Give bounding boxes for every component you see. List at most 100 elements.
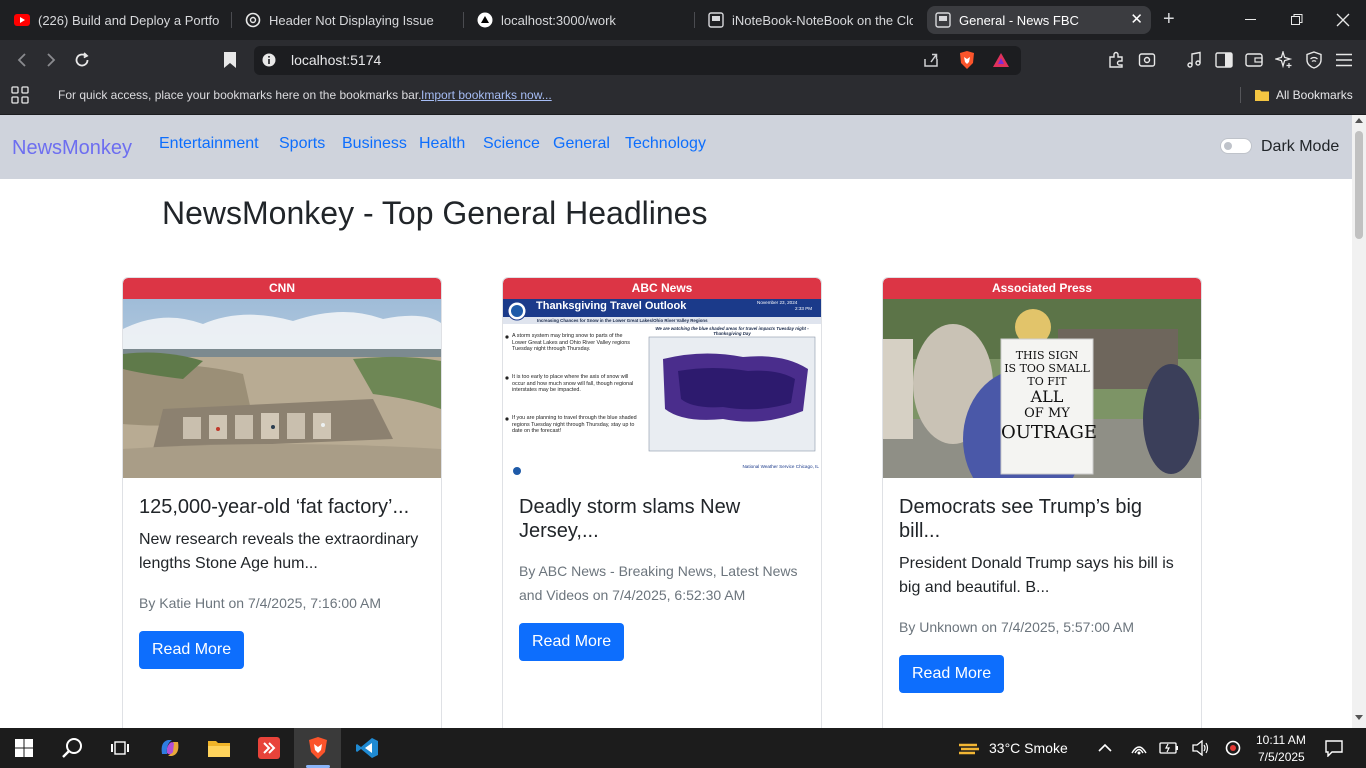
tab-label: iNoteBook-NoteBook on the Cloud bbox=[732, 12, 913, 28]
weather-icon[interactable] bbox=[955, 734, 983, 762]
article-title: Democrats see Trump’s big bill... bbox=[899, 496, 1143, 542]
sign-line: ALL bbox=[1030, 387, 1064, 406]
dark-mode-label: Dark Mode bbox=[1261, 138, 1340, 155]
tab-label: localhost:3000/work bbox=[501, 12, 616, 28]
reload-icon[interactable] bbox=[72, 50, 92, 70]
tab-inotebook[interactable]: iNoteBook-NoteBook on the Cloud bbox=[708, 6, 913, 34]
tab-separator bbox=[463, 12, 464, 28]
vpn-icon[interactable] bbox=[1304, 50, 1324, 70]
chatgpt-icon bbox=[245, 12, 261, 28]
file-explorer-icon[interactable] bbox=[205, 734, 233, 762]
brave-shields-icon[interactable] bbox=[957, 50, 977, 70]
copilot-icon[interactable] bbox=[156, 734, 184, 762]
page-title: NewsMonkey - Top General Headlines bbox=[162, 195, 708, 231]
anydesk-icon[interactable] bbox=[255, 734, 283, 762]
restore-icon[interactable] bbox=[1274, 0, 1320, 40]
bookmark-icon[interactable] bbox=[220, 50, 240, 70]
wallet-icon[interactable] bbox=[1244, 50, 1264, 70]
news-card: Associated Press THIS SIGN IS TOO SMALL … bbox=[882, 277, 1202, 728]
site-navbar: NewsMonkey Entertainment Sports Business… bbox=[0, 115, 1352, 179]
outlook-bullet: A storm system may bring snow to parts o… bbox=[512, 333, 630, 352]
protest-sign: THIS SIGN IS TOO SMALL TO FIT ALL OF MY … bbox=[1001, 349, 1097, 444]
source-badge: Associated Press bbox=[883, 278, 1201, 299]
nav-general[interactable]: General bbox=[553, 134, 610, 154]
menu-icon[interactable] bbox=[1334, 50, 1354, 70]
bookmarks-divider bbox=[1240, 87, 1241, 103]
article-description: New research reveals the extraordinary l… bbox=[139, 531, 419, 572]
outlook-bullet: It is too early to place where the axis … bbox=[512, 374, 634, 393]
sign-line: IS TOO SMALL bbox=[1004, 362, 1090, 375]
page-icon bbox=[708, 12, 724, 28]
wifi-icon[interactable] bbox=[1125, 734, 1153, 762]
outlook-subheading: Increasing Chances for Snow in the Lower… bbox=[537, 318, 708, 323]
nav-entertainment[interactable]: Entertainment bbox=[159, 134, 259, 154]
apps-grid-icon[interactable] bbox=[10, 85, 30, 105]
outlook-bullet: If you are planning to travel through th… bbox=[512, 415, 637, 434]
article-image[interactable]: Thanksgiving Travel Outlook November 23,… bbox=[503, 299, 821, 478]
import-bookmarks-link[interactable]: Import bookmarks now... bbox=[421, 88, 552, 102]
tab-localhost-work[interactable]: localhost:3000/work bbox=[477, 6, 692, 34]
notification-icon[interactable] bbox=[1320, 734, 1348, 762]
nav-science[interactable]: Science bbox=[483, 134, 540, 154]
sign-line: OF MY bbox=[1024, 406, 1070, 421]
clock-date[interactable]: 7/5/2025 bbox=[1258, 750, 1305, 764]
read-more-button[interactable]: Read More bbox=[519, 623, 625, 661]
outlook-map-caption: We are watching the blue shaded areas fo… bbox=[655, 326, 809, 336]
forward-icon[interactable] bbox=[41, 50, 61, 70]
tab-separator bbox=[694, 12, 695, 28]
all-bookmarks-button[interactable]: All Bookmarks bbox=[1276, 88, 1353, 102]
battery-icon[interactable] bbox=[1155, 734, 1183, 762]
read-more-button[interactable]: Read More bbox=[139, 631, 245, 669]
tab-chatgpt[interactable]: Header Not Displaying Issue bbox=[245, 6, 465, 34]
scroll-up-icon[interactable] bbox=[1355, 118, 1363, 123]
source-badge: ABC News bbox=[503, 278, 821, 299]
share-icon[interactable] bbox=[921, 50, 941, 70]
news-card: ABC News Thanksgiving Travel Outlook Nov… bbox=[502, 277, 822, 728]
focus-assist-icon[interactable] bbox=[1219, 734, 1247, 762]
read-more-button[interactable]: Read More bbox=[899, 655, 1005, 693]
article-meta: By Unknown on 7/4/2025, 5:57:00 AM bbox=[899, 619, 1135, 635]
url-text[interactable]: localhost:5174 bbox=[291, 51, 381, 69]
nav-business[interactable]: Business bbox=[342, 134, 407, 154]
scrollbar-thumb[interactable] bbox=[1355, 131, 1363, 239]
site-info-icon[interactable] bbox=[259, 50, 279, 70]
article-image[interactable] bbox=[123, 299, 441, 478]
show-hidden-icons[interactable] bbox=[1091, 734, 1119, 762]
dark-mode-toggle[interactable] bbox=[1220, 138, 1252, 154]
nav-sports[interactable]: Sports bbox=[279, 134, 325, 154]
leo-ai-icon[interactable] bbox=[1137, 50, 1157, 70]
task-view-icon[interactable] bbox=[106, 734, 134, 762]
article-title: 125,000-year-old ‘fat factory’... bbox=[139, 496, 410, 518]
folder-icon bbox=[1252, 85, 1272, 105]
brave-rewards-icon[interactable] bbox=[991, 50, 1011, 70]
browser-window: (226) Build and Deploy a Portfolio Heade… bbox=[0, 0, 1366, 768]
nav-health[interactable]: Health bbox=[419, 134, 465, 154]
article-image[interactable]: THIS SIGN IS TOO SMALL TO FIT ALL OF MY … bbox=[883, 299, 1201, 478]
close-tab-icon[interactable]: ✕ bbox=[1130, 12, 1143, 28]
scroll-down-icon[interactable] bbox=[1355, 715, 1363, 720]
vscode-icon[interactable] bbox=[353, 734, 381, 762]
brand-link[interactable]: NewsMonkey bbox=[12, 136, 132, 160]
nav-technology[interactable]: Technology bbox=[625, 134, 706, 154]
tab-news-fbc[interactable]: General - News FBC ✕ bbox=[927, 6, 1151, 34]
weather-text[interactable]: 33°C Smoke bbox=[989, 740, 1068, 756]
extensions-icon[interactable] bbox=[1106, 50, 1126, 70]
sidebar-icon[interactable] bbox=[1214, 50, 1234, 70]
clock-time[interactable]: 10:11 AM bbox=[1256, 733, 1306, 747]
windows-start-icon[interactable] bbox=[10, 734, 38, 762]
sparkle-icon[interactable] bbox=[1274, 50, 1294, 70]
music-icon[interactable] bbox=[1184, 50, 1204, 70]
back-icon[interactable] bbox=[12, 50, 32, 70]
sign-line: THIS SIGN bbox=[1015, 349, 1079, 362]
tab-label: (226) Build and Deploy a Portfolio bbox=[38, 12, 219, 28]
minimize-icon[interactable] bbox=[1228, 0, 1274, 40]
close-window-icon[interactable] bbox=[1320, 0, 1366, 40]
news-card: CNN 125,000-year-old ‘fat factory’... Ne… bbox=[122, 277, 442, 728]
brave-browser-icon[interactable] bbox=[304, 734, 332, 762]
tab-youtube[interactable]: (226) Build and Deploy a Portfolio bbox=[14, 6, 219, 34]
volume-icon[interactable] bbox=[1187, 734, 1215, 762]
youtube-icon bbox=[14, 12, 30, 28]
search-icon[interactable] bbox=[58, 734, 86, 762]
bookmarks-hint: For quick access, place your bookmarks h… bbox=[58, 88, 422, 102]
new-tab-icon[interactable]: + bbox=[1163, 9, 1175, 29]
